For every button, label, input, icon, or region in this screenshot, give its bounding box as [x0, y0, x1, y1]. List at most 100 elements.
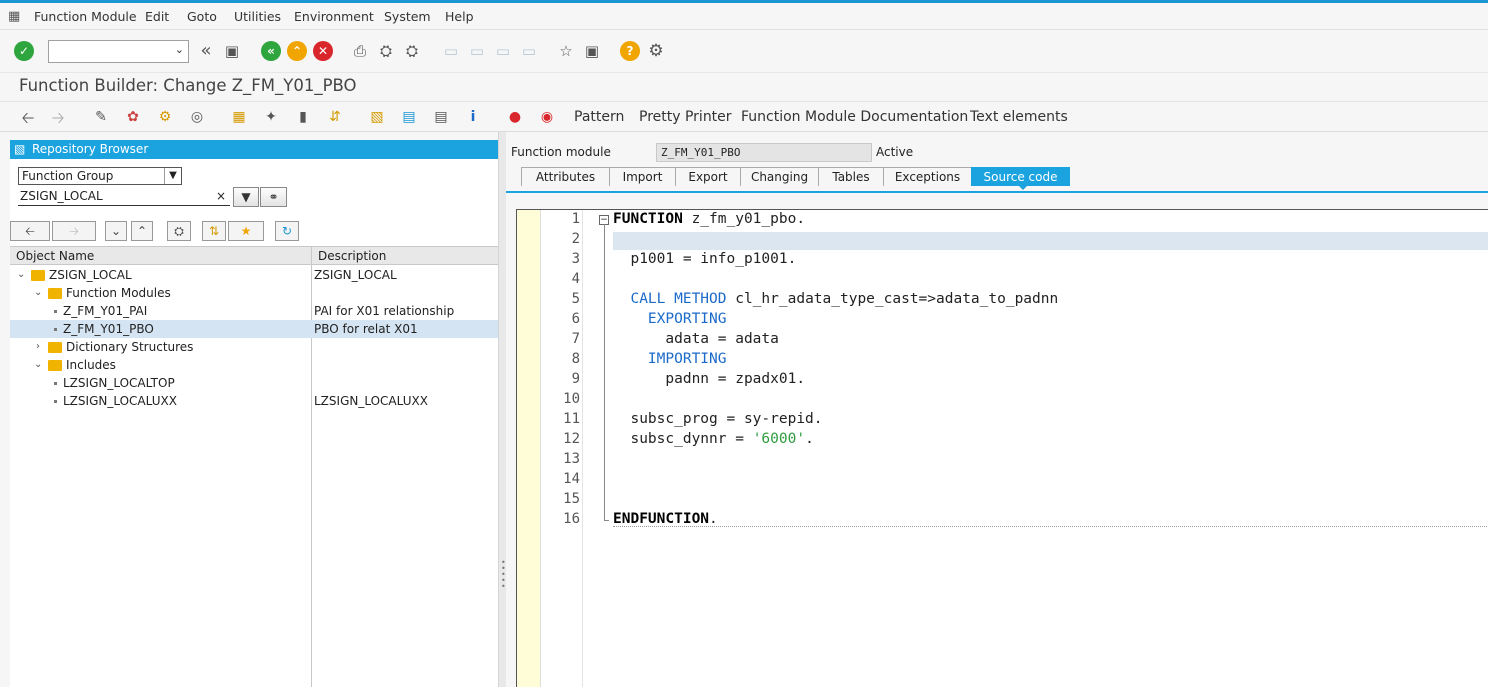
enter-check-icon[interactable]: ✓ [14, 41, 34, 61]
repository-header-label: Repository Browser [32, 142, 149, 156]
source-code-editor[interactable]: 1 2 3 4 5 6 7 8 9 10 11 12 13 14 15 16 −… [516, 209, 1488, 687]
favorites-star-icon[interactable]: ★ [228, 221, 264, 241]
tree-node-dictionary-structures[interactable]: › Dictionary Structures [10, 338, 498, 356]
object-list-icon[interactable]: ⇵ [325, 108, 345, 127]
last-page-icon[interactable]: ▭ [519, 41, 539, 61]
stop-breakpoint-icon[interactable]: ● [505, 108, 525, 127]
tab-changing[interactable]: Changing [740, 167, 819, 186]
expand-toggle-icon[interactable]: ⌄ [34, 356, 42, 374]
nav-back-icon[interactable]: 🡠 [10, 221, 50, 241]
tree-node-lzsign-localuxx[interactable]: LZSIGN_LOCALUXX LZSIGN_LOCALUXX [10, 392, 498, 410]
find-next-icon[interactable]: ⛭ [402, 41, 422, 61]
column-header-object-name[interactable]: Object Name [10, 247, 311, 265]
expand-all-icon[interactable]: ⌄ [105, 221, 127, 241]
external-breakpoint-icon[interactable]: ◉ [537, 108, 557, 127]
code-text: cl_hr_adata_type_cast=>adata_to_padnn [726, 291, 1059, 307]
collapse-all-icon[interactable]: ⌃ [131, 221, 153, 241]
history-dropdown-button[interactable]: ▼ [233, 187, 259, 207]
pretty-printer-button[interactable]: Pretty Printer [639, 109, 732, 125]
object-name-input[interactable]: ZSIGN_LOCAL × [18, 187, 230, 206]
tab-import[interactable]: Import [609, 167, 676, 186]
splitter-grip-icon[interactable]: • • • • • [501, 559, 506, 591]
menu-utilities[interactable]: Utilities [234, 9, 281, 24]
layout-icon[interactable]: ▤ [431, 108, 451, 127]
expand-toggle-icon[interactable]: ⌄ [17, 266, 25, 284]
line-number: 7 [571, 331, 580, 347]
menu-function-module[interactable]: Function Module [34, 9, 137, 24]
display-glasses-icon[interactable]: ⚭ [260, 187, 287, 207]
refresh-icon[interactable]: ↻ [275, 221, 299, 241]
leaf-bullet-icon [54, 310, 57, 313]
back-arrow-icon[interactable]: 🡠 [18, 108, 38, 127]
leaf-bullet-icon [54, 400, 57, 403]
tree-node-zsign-local[interactable]: ⌄ ZSIGN_LOCAL ZSIGN_LOCAL [10, 266, 498, 284]
clear-icon[interactable]: × [216, 187, 226, 205]
tree-node-z-fm-y01-pai[interactable]: Z_FM_Y01_PAI PAI for X01 relationship [10, 302, 498, 320]
tree-node-z-fm-y01-pbo[interactable]: Z_FM_Y01_PBO PBO for relat X01 [10, 320, 498, 338]
pane-splitter[interactable]: • • • • • [498, 132, 506, 687]
other-object-icon[interactable]: ✿ [123, 108, 143, 127]
text-elements-button[interactable]: Text elements [970, 109, 1068, 125]
tree-node-label: Z_FM_Y01_PBO [63, 322, 154, 336]
line-number: 5 [571, 291, 580, 307]
save-icon[interactable]: ▣ [222, 41, 242, 61]
menu-edit[interactable]: Edit [145, 9, 169, 24]
tab-export[interactable]: Export [675, 167, 741, 186]
create-session-icon[interactable]: ☆ [556, 41, 576, 61]
command-field[interactable]: ⌄ [48, 40, 189, 63]
tree-node-function-modules[interactable]: ⌄ Function Modules [10, 284, 498, 302]
menu-goto[interactable]: Goto [187, 9, 217, 24]
previous-page-icon[interactable]: ▭ [467, 41, 487, 61]
expand-toggle-icon[interactable]: ⌄ [34, 284, 42, 302]
fm-documentation-button[interactable]: Function Module Documentation [741, 109, 968, 125]
tree-node-label: Includes [66, 358, 116, 372]
settings-gear-icon[interactable]: ⚙ [646, 41, 666, 61]
object-type-select[interactable]: Function Group ▼ [18, 167, 182, 185]
application-toolbar: 🡠 🡢 ✎ ✿ ⚙ ◎ ▦ ✦ ▮ ⇵ ▧ ▤ ▤ i ● ◉ Pattern … [0, 101, 1488, 132]
tab-source-code[interactable]: Source code [971, 167, 1070, 186]
shortcut-icon[interactable]: ▣ [582, 41, 602, 61]
tab-tables[interactable]: Tables [818, 167, 884, 186]
magic-wand-icon[interactable]: ✦ [261, 108, 281, 127]
print-icon[interactable]: ⎙ [350, 41, 370, 61]
navigation-window-icon[interactable]: ▤ [399, 108, 419, 127]
check-syntax-icon[interactable]: ◎ [187, 108, 207, 127]
line-number: 16 [563, 511, 580, 527]
where-used-icon[interactable]: ▦ [229, 108, 249, 127]
sort-icon[interactable]: ⇅ [202, 221, 226, 241]
line-number: 6 [571, 311, 580, 327]
tree-node-lzsign-localtop[interactable]: LZSIGN_LOCALTOP [10, 374, 498, 392]
tab-exceptions[interactable]: Exceptions [883, 167, 972, 186]
menu-environment[interactable]: Environment [294, 9, 374, 24]
first-page-icon[interactable]: ▭ [441, 41, 461, 61]
menu-system[interactable]: System [384, 9, 431, 24]
binoculars-icon[interactable]: ⛭ [167, 221, 191, 241]
info-icon[interactable]: i [463, 108, 483, 127]
dropdown-arrow-icon[interactable]: ▼ [164, 168, 181, 184]
tree-node-description: LZSIGN_LOCALUXX [314, 394, 428, 408]
status-text: Active [876, 145, 914, 159]
exit-icon[interactable]: ⌃ [287, 41, 307, 61]
tree-node-includes[interactable]: ⌄ Includes [10, 356, 498, 374]
cancel-icon[interactable]: ✕ [313, 41, 333, 61]
help-icon[interactable]: ? [620, 41, 640, 61]
display-change-icon[interactable]: ✎ [91, 108, 111, 127]
column-header-description[interactable]: Description [312, 247, 498, 265]
pattern-button[interactable]: Pattern [574, 109, 624, 125]
system-menu-icon[interactable]: ▦ [8, 9, 20, 24]
nav-forward-icon[interactable]: 🡢 [52, 221, 96, 241]
test-icon[interactable]: ▮ [293, 108, 313, 127]
collapse-toggle-icon[interactable]: › [36, 338, 40, 356]
back-icon[interactable]: « [261, 41, 281, 61]
next-page-icon[interactable]: ▭ [493, 41, 513, 61]
history-back-icon[interactable]: « [196, 41, 216, 61]
breakpoint-gutter[interactable] [517, 210, 541, 687]
menu-help[interactable]: Help [445, 9, 474, 24]
find-icon[interactable]: ⛭ [376, 41, 396, 61]
code-line-11: subsc_prog = sy-repid. [613, 411, 823, 427]
tab-attributes[interactable]: Attributes [521, 167, 610, 186]
forward-arrow-icon[interactable]: 🡢 [48, 108, 68, 127]
leaf-bullet-icon [54, 382, 57, 385]
hierarchy-icon[interactable]: ▧ [367, 108, 387, 127]
activate-icon[interactable]: ⚙ [155, 108, 175, 127]
